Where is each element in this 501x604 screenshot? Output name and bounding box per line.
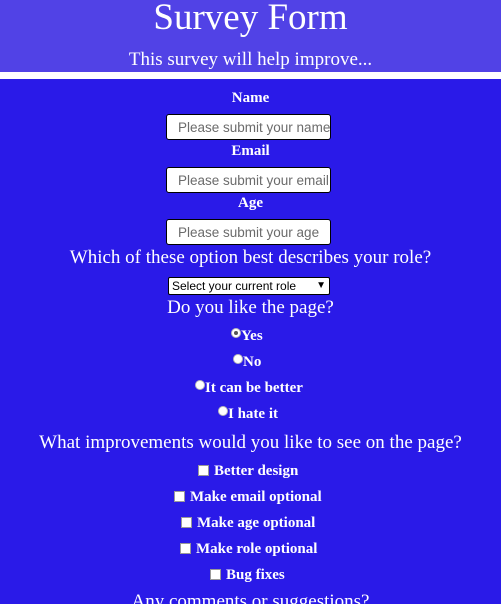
comments-question: Any comments or suggestions? <box>131 591 370 604</box>
radio-option-yes[interactable]: Yes <box>231 327 263 345</box>
checkbox[interactable] <box>174 490 185 502</box>
radio-button[interactable] <box>233 354 243 364</box>
role-select[interactable]: Select your current role ▼ <box>168 277 330 295</box>
radio-button[interactable] <box>195 380 205 390</box>
page-title: Survey Form <box>153 0 348 38</box>
radio-option-no[interactable]: No <box>233 353 261 371</box>
checkbox[interactable] <box>180 542 191 554</box>
role-select-value: Select your current role <box>172 279 297 293</box>
age-label: Age <box>238 195 263 211</box>
checkbox-option-make-role-optional[interactable]: Make role optional <box>180 540 317 558</box>
checkbox-option-bug-fixes[interactable]: Bug fixes <box>210 566 285 584</box>
improvements-question: What improvements would you like to see … <box>39 432 462 453</box>
email-label: Email <box>231 143 270 159</box>
checkbox[interactable] <box>210 568 221 580</box>
name-input[interactable] <box>166 114 331 140</box>
radio-option-it-can-be-better[interactable]: It can be better <box>195 379 303 397</box>
page-subtitle: This survey will help improve... <box>128 49 373 70</box>
radio-label: It can be better <box>205 380 303 396</box>
role-question: Which of these option best describes you… <box>69 247 432 268</box>
checkbox-option-make-age-optional[interactable]: Make age optional <box>181 514 315 532</box>
radio-label: I hate it <box>228 406 278 422</box>
radio-button-checked[interactable] <box>231 328 241 338</box>
checkbox[interactable] <box>198 464 209 476</box>
checkbox-label: Bug fixes <box>226 567 285 583</box>
checkbox-option-make-email-optional[interactable]: Make email optional <box>174 488 322 506</box>
radio-button[interactable] <box>218 406 228 416</box>
checkbox-option-better-design[interactable]: Better design <box>198 462 298 480</box>
name-label: Name <box>231 90 270 106</box>
like-question: Do you like the page? <box>167 297 334 318</box>
checkbox-label: Make role optional <box>196 541 318 557</box>
chevron-down-icon: ▼ <box>316 280 326 291</box>
radio-label: Yes <box>241 328 263 344</box>
email-input[interactable] <box>166 167 331 193</box>
radio-label: No <box>243 354 262 370</box>
age-input[interactable] <box>166 219 331 245</box>
checkbox-label: Make age optional <box>197 515 316 531</box>
checkbox-label: Better design <box>214 463 299 479</box>
checkbox-label: Make email optional <box>190 489 322 505</box>
header: Survey Form This survey will help improv… <box>0 0 501 72</box>
checkbox[interactable] <box>181 516 192 528</box>
header-divider <box>0 72 501 79</box>
radio-option-i-hate-it[interactable]: I hate it <box>218 405 278 423</box>
